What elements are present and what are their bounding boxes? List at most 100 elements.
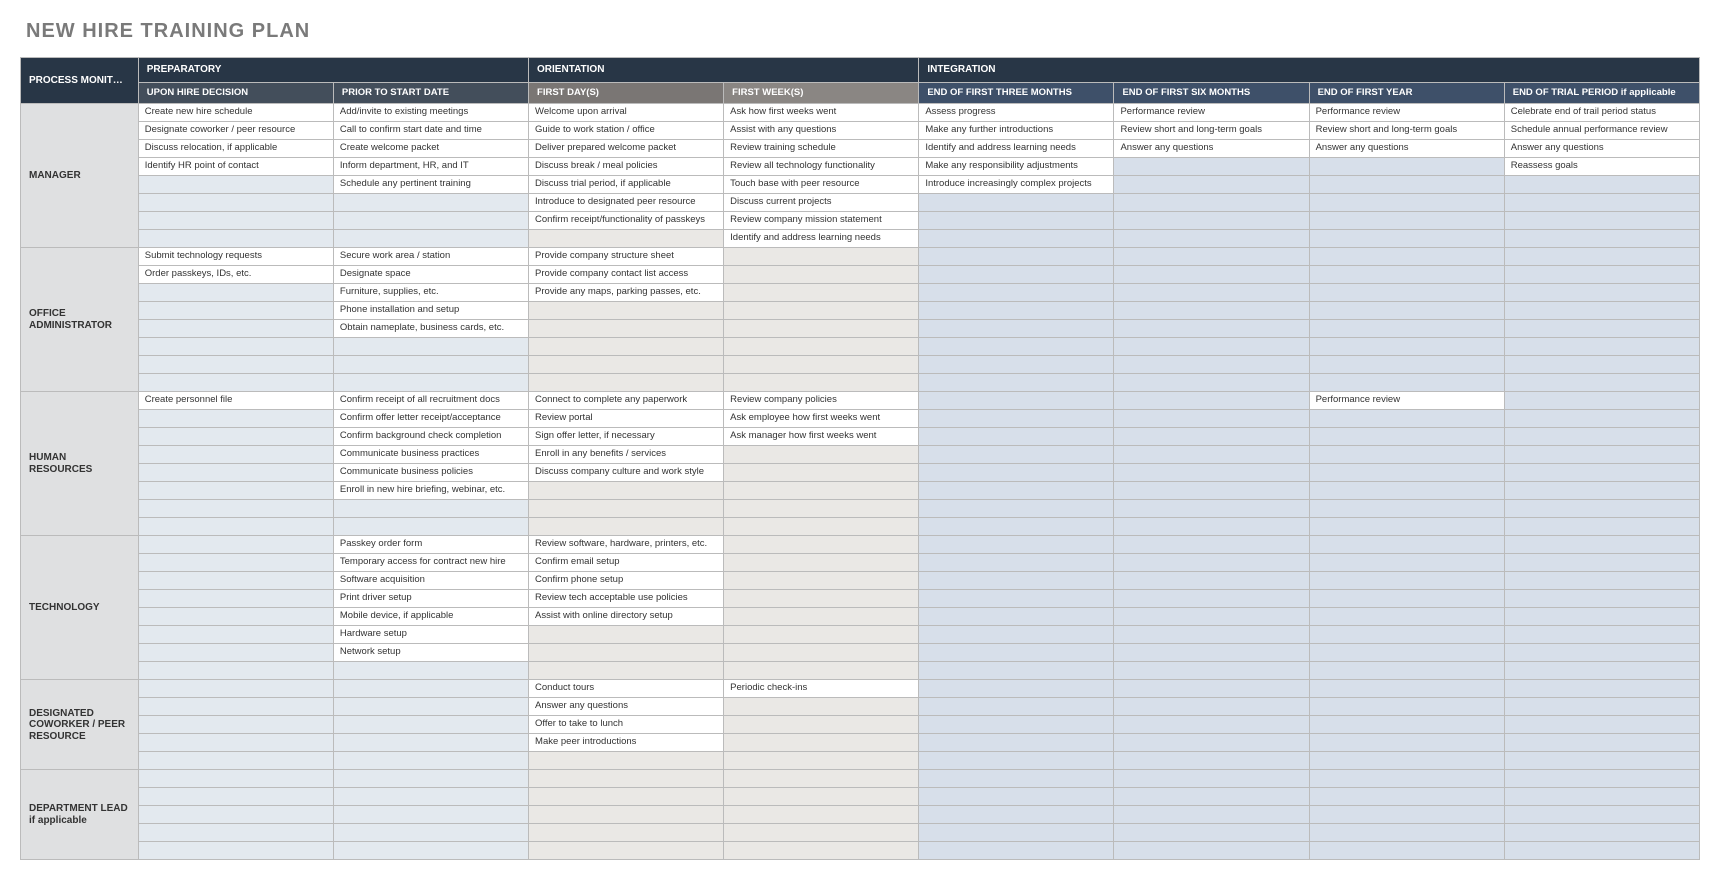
cell[interactable]: Conduct tours: [529, 680, 724, 698]
cell[interactable]: [1309, 590, 1504, 608]
cell[interactable]: [724, 716, 919, 734]
cell[interactable]: [919, 680, 1114, 698]
cell[interactable]: [1114, 500, 1309, 518]
cell[interactable]: Identify and address learning needs: [919, 140, 1114, 158]
cell[interactable]: [529, 230, 724, 248]
cell[interactable]: [724, 644, 919, 662]
cell[interactable]: [529, 500, 724, 518]
cell[interactable]: [919, 770, 1114, 788]
cell[interactable]: Make any further introductions: [919, 122, 1114, 140]
cell[interactable]: [1114, 806, 1309, 824]
cell[interactable]: Provide company contact list access: [529, 266, 724, 284]
cell[interactable]: Celebrate end of trail period status: [1504, 104, 1699, 122]
cell[interactable]: Discuss relocation, if applicable: [138, 140, 333, 158]
cell[interactable]: [1504, 806, 1699, 824]
cell[interactable]: [1114, 302, 1309, 320]
cell[interactable]: [1504, 482, 1699, 500]
cell[interactable]: [1114, 770, 1309, 788]
cell[interactable]: Obtain nameplate, business cards, etc.: [333, 320, 528, 338]
cell[interactable]: [1114, 356, 1309, 374]
cell[interactable]: [1114, 158, 1309, 176]
cell[interactable]: [1504, 176, 1699, 194]
cell[interactable]: Designate coworker / peer resource: [138, 122, 333, 140]
cell[interactable]: [1309, 608, 1504, 626]
cell[interactable]: Print driver setup: [333, 590, 528, 608]
cell[interactable]: [1504, 392, 1699, 410]
cell[interactable]: Communicate business policies: [333, 464, 528, 482]
cell[interactable]: [1504, 698, 1699, 716]
cell[interactable]: [919, 320, 1114, 338]
cell[interactable]: [724, 284, 919, 302]
cell[interactable]: Deliver prepared welcome packet: [529, 140, 724, 158]
cell[interactable]: [333, 500, 528, 518]
cell[interactable]: [138, 716, 333, 734]
cell[interactable]: [1309, 716, 1504, 734]
cell[interactable]: Discuss current projects: [724, 194, 919, 212]
cell[interactable]: [1504, 734, 1699, 752]
cell[interactable]: [1309, 338, 1504, 356]
cell[interactable]: Assess progress: [919, 104, 1114, 122]
cell[interactable]: [1114, 248, 1309, 266]
cell[interactable]: [1309, 518, 1504, 536]
cell[interactable]: [1114, 698, 1309, 716]
cell[interactable]: [1114, 194, 1309, 212]
cell[interactable]: [1309, 410, 1504, 428]
cell[interactable]: [333, 194, 528, 212]
cell[interactable]: [529, 374, 724, 392]
cell[interactable]: [724, 266, 919, 284]
cell[interactable]: [919, 302, 1114, 320]
cell[interactable]: [1114, 752, 1309, 770]
cell[interactable]: [724, 482, 919, 500]
cell[interactable]: Introduce increasingly complex projects: [919, 176, 1114, 194]
cell[interactable]: [333, 212, 528, 230]
cell[interactable]: [724, 698, 919, 716]
cell[interactable]: [138, 302, 333, 320]
cell[interactable]: [724, 338, 919, 356]
cell[interactable]: [529, 356, 724, 374]
cell[interactable]: [919, 788, 1114, 806]
cell[interactable]: [724, 320, 919, 338]
cell[interactable]: Create welcome packet: [333, 140, 528, 158]
cell[interactable]: [724, 518, 919, 536]
cell[interactable]: [1309, 752, 1504, 770]
cell[interactable]: [1504, 374, 1699, 392]
cell[interactable]: Confirm background check completion: [333, 428, 528, 446]
cell[interactable]: [529, 806, 724, 824]
cell[interactable]: [1114, 230, 1309, 248]
cell[interactable]: [529, 770, 724, 788]
cell[interactable]: Guide to work station / office: [529, 122, 724, 140]
cell[interactable]: [1114, 572, 1309, 590]
cell[interactable]: [1504, 590, 1699, 608]
cell[interactable]: [1309, 536, 1504, 554]
cell[interactable]: [333, 788, 528, 806]
cell[interactable]: [333, 680, 528, 698]
cell[interactable]: [138, 446, 333, 464]
cell[interactable]: [529, 824, 724, 842]
cell[interactable]: Offer to take to lunch: [529, 716, 724, 734]
cell[interactable]: Welcome upon arrival: [529, 104, 724, 122]
cell[interactable]: [724, 446, 919, 464]
cell[interactable]: [529, 518, 724, 536]
cell[interactable]: [1504, 230, 1699, 248]
cell[interactable]: [919, 464, 1114, 482]
cell[interactable]: [138, 680, 333, 698]
cell[interactable]: Schedule any pertinent training: [333, 176, 528, 194]
cell[interactable]: [138, 356, 333, 374]
cell[interactable]: [138, 734, 333, 752]
cell[interactable]: [1309, 626, 1504, 644]
cell[interactable]: [1114, 788, 1309, 806]
cell[interactable]: [1504, 500, 1699, 518]
cell[interactable]: Provide any maps, parking passes, etc.: [529, 284, 724, 302]
cell[interactable]: [724, 842, 919, 860]
cell[interactable]: [724, 500, 919, 518]
cell[interactable]: Reassess goals: [1504, 158, 1699, 176]
cell[interactable]: [919, 554, 1114, 572]
cell[interactable]: [724, 248, 919, 266]
cell[interactable]: [919, 248, 1114, 266]
cell[interactable]: [919, 392, 1114, 410]
cell[interactable]: [138, 500, 333, 518]
cell[interactable]: [1504, 680, 1699, 698]
cell[interactable]: [724, 464, 919, 482]
cell[interactable]: Submit technology requests: [138, 248, 333, 266]
cell[interactable]: [724, 572, 919, 590]
